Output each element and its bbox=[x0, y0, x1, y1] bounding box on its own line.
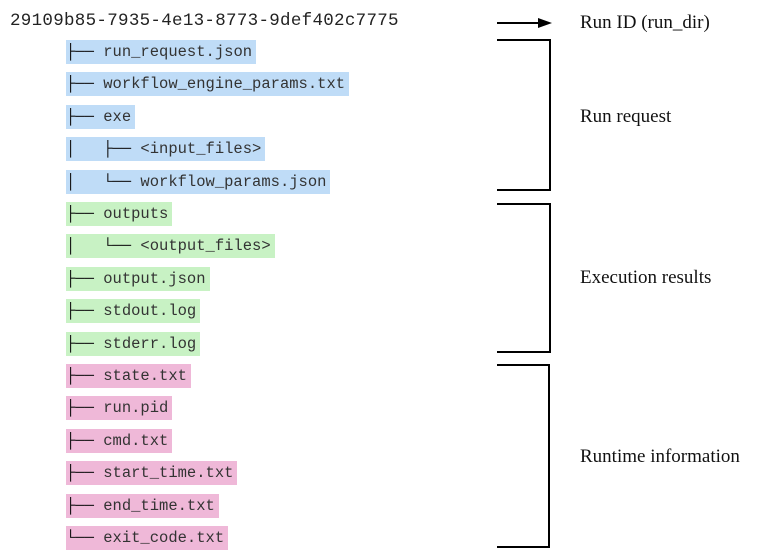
tree-branch-connector: └── bbox=[66, 529, 104, 547]
group-label-run-request: Run request bbox=[580, 106, 672, 127]
file-name: run.pid bbox=[103, 399, 169, 417]
tree-item-execution-results: ├── stderr.log bbox=[66, 332, 201, 356]
tree-item-runtime-information: ├── start_time.txt bbox=[66, 461, 238, 485]
tree-branch-connector: │ └── bbox=[66, 237, 141, 255]
file-name: cmd.txt bbox=[103, 432, 169, 450]
tree-branch-connector: ├── bbox=[66, 464, 104, 482]
tree-branch-connector: ├── bbox=[66, 270, 104, 288]
group-label-execution-results: Execution results bbox=[580, 267, 712, 288]
file-name: output.json bbox=[103, 270, 206, 288]
tree-branch-connector: ├── bbox=[66, 43, 104, 61]
tree-branch-connector: ├── bbox=[66, 497, 104, 515]
file-name: start_time.txt bbox=[103, 464, 234, 482]
tree-branch-connector: ├── bbox=[66, 75, 104, 93]
tree-branch-connector: ├── bbox=[66, 399, 104, 417]
run-id-label: Run ID (run_dir) bbox=[580, 12, 710, 33]
arrow-icon bbox=[497, 18, 552, 28]
file-name: run_request.json bbox=[103, 43, 253, 61]
tree-branch-connector: ├── bbox=[66, 335, 104, 353]
tree-branch-connector: ├── bbox=[66, 108, 104, 126]
file-name: workflow_engine_params.txt bbox=[103, 75, 346, 93]
group-label-runtime-information: Runtime information bbox=[580, 446, 740, 467]
bracket-runtime-information bbox=[497, 364, 550, 548]
file-name: outputs bbox=[103, 205, 169, 223]
tree-item-runtime-information: ├── state.txt bbox=[66, 364, 191, 388]
tree-item-run-request: ├── run_request.json bbox=[66, 40, 257, 64]
tree-item-runtime-information: ├── cmd.txt bbox=[66, 429, 173, 453]
bracket-run-request bbox=[497, 39, 551, 191]
tree-item-execution-results: ├── stdout.log bbox=[66, 299, 201, 323]
file-name: exe bbox=[103, 108, 132, 126]
tree-item-run-request: │ └── workflow_params.json bbox=[66, 170, 331, 194]
tree-item-runtime-information: ├── run.pid bbox=[66, 396, 173, 420]
file-name: stderr.log bbox=[103, 335, 197, 353]
tree-item-execution-results: │ └── <output_files> bbox=[66, 234, 275, 258]
tree-branch-connector: ├── bbox=[66, 302, 104, 320]
file-name: <input_files> bbox=[140, 140, 262, 158]
tree-item-runtime-information: └── exit_code.txt bbox=[66, 526, 229, 550]
tree-item-runtime-information: ├── end_time.txt bbox=[66, 494, 219, 518]
tree-branch-connector: ├── bbox=[66, 432, 104, 450]
tree-item-run-request: ├── workflow_engine_params.txt bbox=[66, 72, 350, 96]
file-name: stdout.log bbox=[103, 302, 197, 320]
bracket-execution-results bbox=[497, 203, 551, 353]
file-name: end_time.txt bbox=[103, 497, 215, 515]
tree-item-run-request: │ ├── <input_files> bbox=[66, 137, 266, 161]
tree-branch-connector: ├── bbox=[66, 367, 104, 385]
tree-branch-connector: │ └── bbox=[66, 173, 141, 191]
file-name: workflow_params.json bbox=[140, 173, 327, 191]
tree-branch-connector: ├── bbox=[66, 205, 104, 223]
file-name: exit_code.txt bbox=[103, 529, 225, 547]
tree-item-execution-results: ├── outputs bbox=[66, 202, 173, 226]
file-name: state.txt bbox=[103, 367, 187, 385]
tree-branch-connector: │ ├── bbox=[66, 140, 141, 158]
tree-item-run-request: ├── exe bbox=[66, 105, 136, 129]
file-name: <output_files> bbox=[140, 237, 271, 255]
tree-item-execution-results: ├── output.json bbox=[66, 267, 210, 291]
